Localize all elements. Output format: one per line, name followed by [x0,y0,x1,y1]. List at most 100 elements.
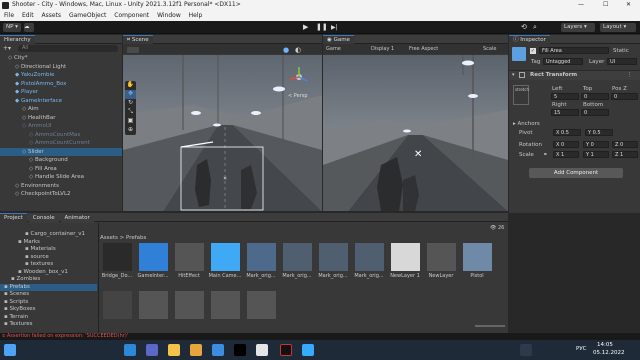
rotation-z-field[interactable]: Z 0 [612,141,638,148]
hierarchy-item[interactable]: ◇ Directional Light [0,63,122,72]
left-field[interactable]: 5 [551,93,579,100]
rect-transform-header[interactable]: ▾ Rect Transform ⋮ [509,70,640,80]
scale-lock-icon[interactable]: ⚭ [543,152,548,158]
asset-thumbnail[interactable] [427,243,456,271]
project-folder-item[interactable]: ▪ Marks [0,239,97,247]
step-button[interactable]: ▶| [331,23,340,32]
transform-tool-icon[interactable]: ⊕ [125,126,136,135]
hierarchy-item[interactable]: ◆ GameInterface [0,97,122,106]
scale-label[interactable]: Scale [483,44,496,54]
play-button[interactable]: ▶ [303,23,312,32]
hierarchy-item[interactable]: ◇ Handle Slide Area [0,173,122,182]
layers-dropdown[interactable]: Layers ▾ [561,23,595,32]
asset-thumbnail[interactable] [391,243,420,271]
scale-y-field[interactable]: Y 1 [583,151,609,158]
asset-thumbnail[interactable] [175,243,204,271]
tab-project[interactable]: Project [0,213,27,222]
menu-component[interactable]: Component [114,11,149,21]
layer-dropdown[interactable]: UI [607,58,637,65]
hierarchy-item[interactable]: ◇ City* [0,54,122,63]
hierarchy-item[interactable]: ◇ AmmoCountMax [0,131,122,140]
chrome-icon[interactable] [190,344,202,356]
status-bar[interactable]: ⦸ Assertion failed on expression: 'SUCCE… [0,333,640,340]
scale-z-field[interactable]: Z 1 [612,151,638,158]
layout-dropdown[interactable]: Layout ▾ [600,23,636,32]
tab-animator[interactable]: Animator [60,214,94,223]
edge-icon[interactable] [302,344,314,356]
account-button[interactable]: NP ▾ [3,23,21,32]
asset-thumbnail[interactable] [211,291,240,319]
vscode-icon[interactable] [212,344,224,356]
object-name-field[interactable]: Fill Area [539,47,609,54]
hierarchy-item[interactable]: ◆ Player [0,88,122,97]
asset-thumbnail[interactable] [283,243,312,271]
tab-console[interactable]: Console [28,214,59,223]
pivot-y-field[interactable]: Y 0.5 [585,129,613,136]
scale-tool-icon[interactable]: ⤡ [125,108,136,117]
project-folder-item[interactable]: ▪ textures [0,261,97,269]
project-folder-item[interactable]: ▪ Wooden_box_v1 [0,269,97,277]
anchor-presets-button[interactable]: stretch [513,85,529,105]
project-folder-item[interactable]: ▪ Scripts [0,299,97,307]
unity-hub-icon[interactable] [256,344,268,356]
search-icon[interactable]: ⌕ [533,23,537,32]
menu-window[interactable]: Window [157,11,181,21]
hierarchy-item[interactable]: ◇ Aim [0,105,122,114]
maximize-button[interactable]: ☐ [603,1,608,8]
project-folder-item[interactable]: ▪ Materials [0,246,97,254]
add-component-button[interactable]: Add Component [529,168,623,178]
aspect-dropdown[interactable]: Free Aspect [409,44,438,54]
hierarchy-item[interactable]: ◆ YakuZombie [0,71,122,80]
rect-tool-icon[interactable]: ▣ [125,117,136,126]
scale-x-field[interactable]: X 1 [553,151,579,158]
project-folder-item[interactable]: ▪ source [0,254,97,262]
right-field[interactable]: 15 [551,109,579,116]
project-folder-item[interactable]: ▪ Scenes [0,291,97,299]
hierarchy-item[interactable]: ◇ Environments [0,182,122,191]
hierarchy-item[interactable]: ◇ Slider [0,147,122,156]
gizmo-toggle-icon[interactable] [127,47,139,53]
hierarchy-search-input[interactable]: All [18,45,118,52]
hierarchy-item[interactable]: ◇ CheckpointToLVL2 [0,190,122,199]
hierarchy-item[interactable]: ◆ PistolAmmo_Box [0,80,122,89]
language-indicator[interactable]: РУС [576,346,587,352]
menu-help[interactable]: Help [189,11,203,21]
asset-thumbnail[interactable] [247,291,276,319]
persp-label[interactable]: < Persp [288,93,308,99]
posz-field[interactable]: 0 [611,93,638,100]
hierarchy-item[interactable]: ◇ Fill Area [0,165,122,174]
tab-inspector[interactable]: ⓘ Inspector [509,35,550,44]
asset-thumbnail[interactable] [175,291,204,319]
obs-icon[interactable] [280,344,292,356]
top-field[interactable]: 0 [581,93,609,100]
pivot-x-field[interactable]: X 0.5 [553,129,581,136]
asset-thumbnail[interactable] [103,243,132,271]
game-viewport[interactable]: ✕ [323,55,508,211]
add-icon[interactable]: +▾ [3,45,11,52]
tab-scene[interactable]: ⌗ Scene [123,35,153,44]
menu-file[interactable]: File [4,11,14,21]
active-checkbox[interactable]: ✓ [530,48,536,54]
clock-time[interactable]: 14:05 [597,342,613,348]
menu-assets[interactable]: Assets [42,11,62,21]
rotate-tool-icon[interactable]: ↻ [125,99,136,108]
asset-thumbnail[interactable] [211,243,240,271]
asset-thumbnail[interactable] [139,243,168,271]
project-folder-item[interactable]: ▪ Cargo_container_v1 [0,231,97,239]
asset-thumbnail[interactable] [319,243,348,271]
clock-date[interactable]: 05.12.2022 [593,350,625,356]
hand-tool-icon[interactable]: ✋ [125,81,136,90]
hierarchy-item[interactable]: ◇ AmmoCountCurrent [0,139,122,148]
file-explorer-icon[interactable] [168,344,180,356]
task-view-icon[interactable] [124,344,136,356]
orientation-gizmo-icon[interactable] [287,65,311,89]
asset-thumbnail[interactable] [463,243,492,271]
component-menu-icon[interactable]: ⋮ [627,72,633,78]
menu-edit[interactable]: Edit [22,11,34,21]
project-folder-item[interactable]: ▪ Zombies [0,276,97,284]
close-button[interactable]: ✕ [626,1,631,8]
static-label[interactable]: Static [613,48,629,54]
hierarchy-item[interactable]: ◇ HealthBar [0,114,122,123]
asset-thumbnail[interactable] [247,243,276,271]
asset-thumbnail[interactable] [103,291,132,319]
